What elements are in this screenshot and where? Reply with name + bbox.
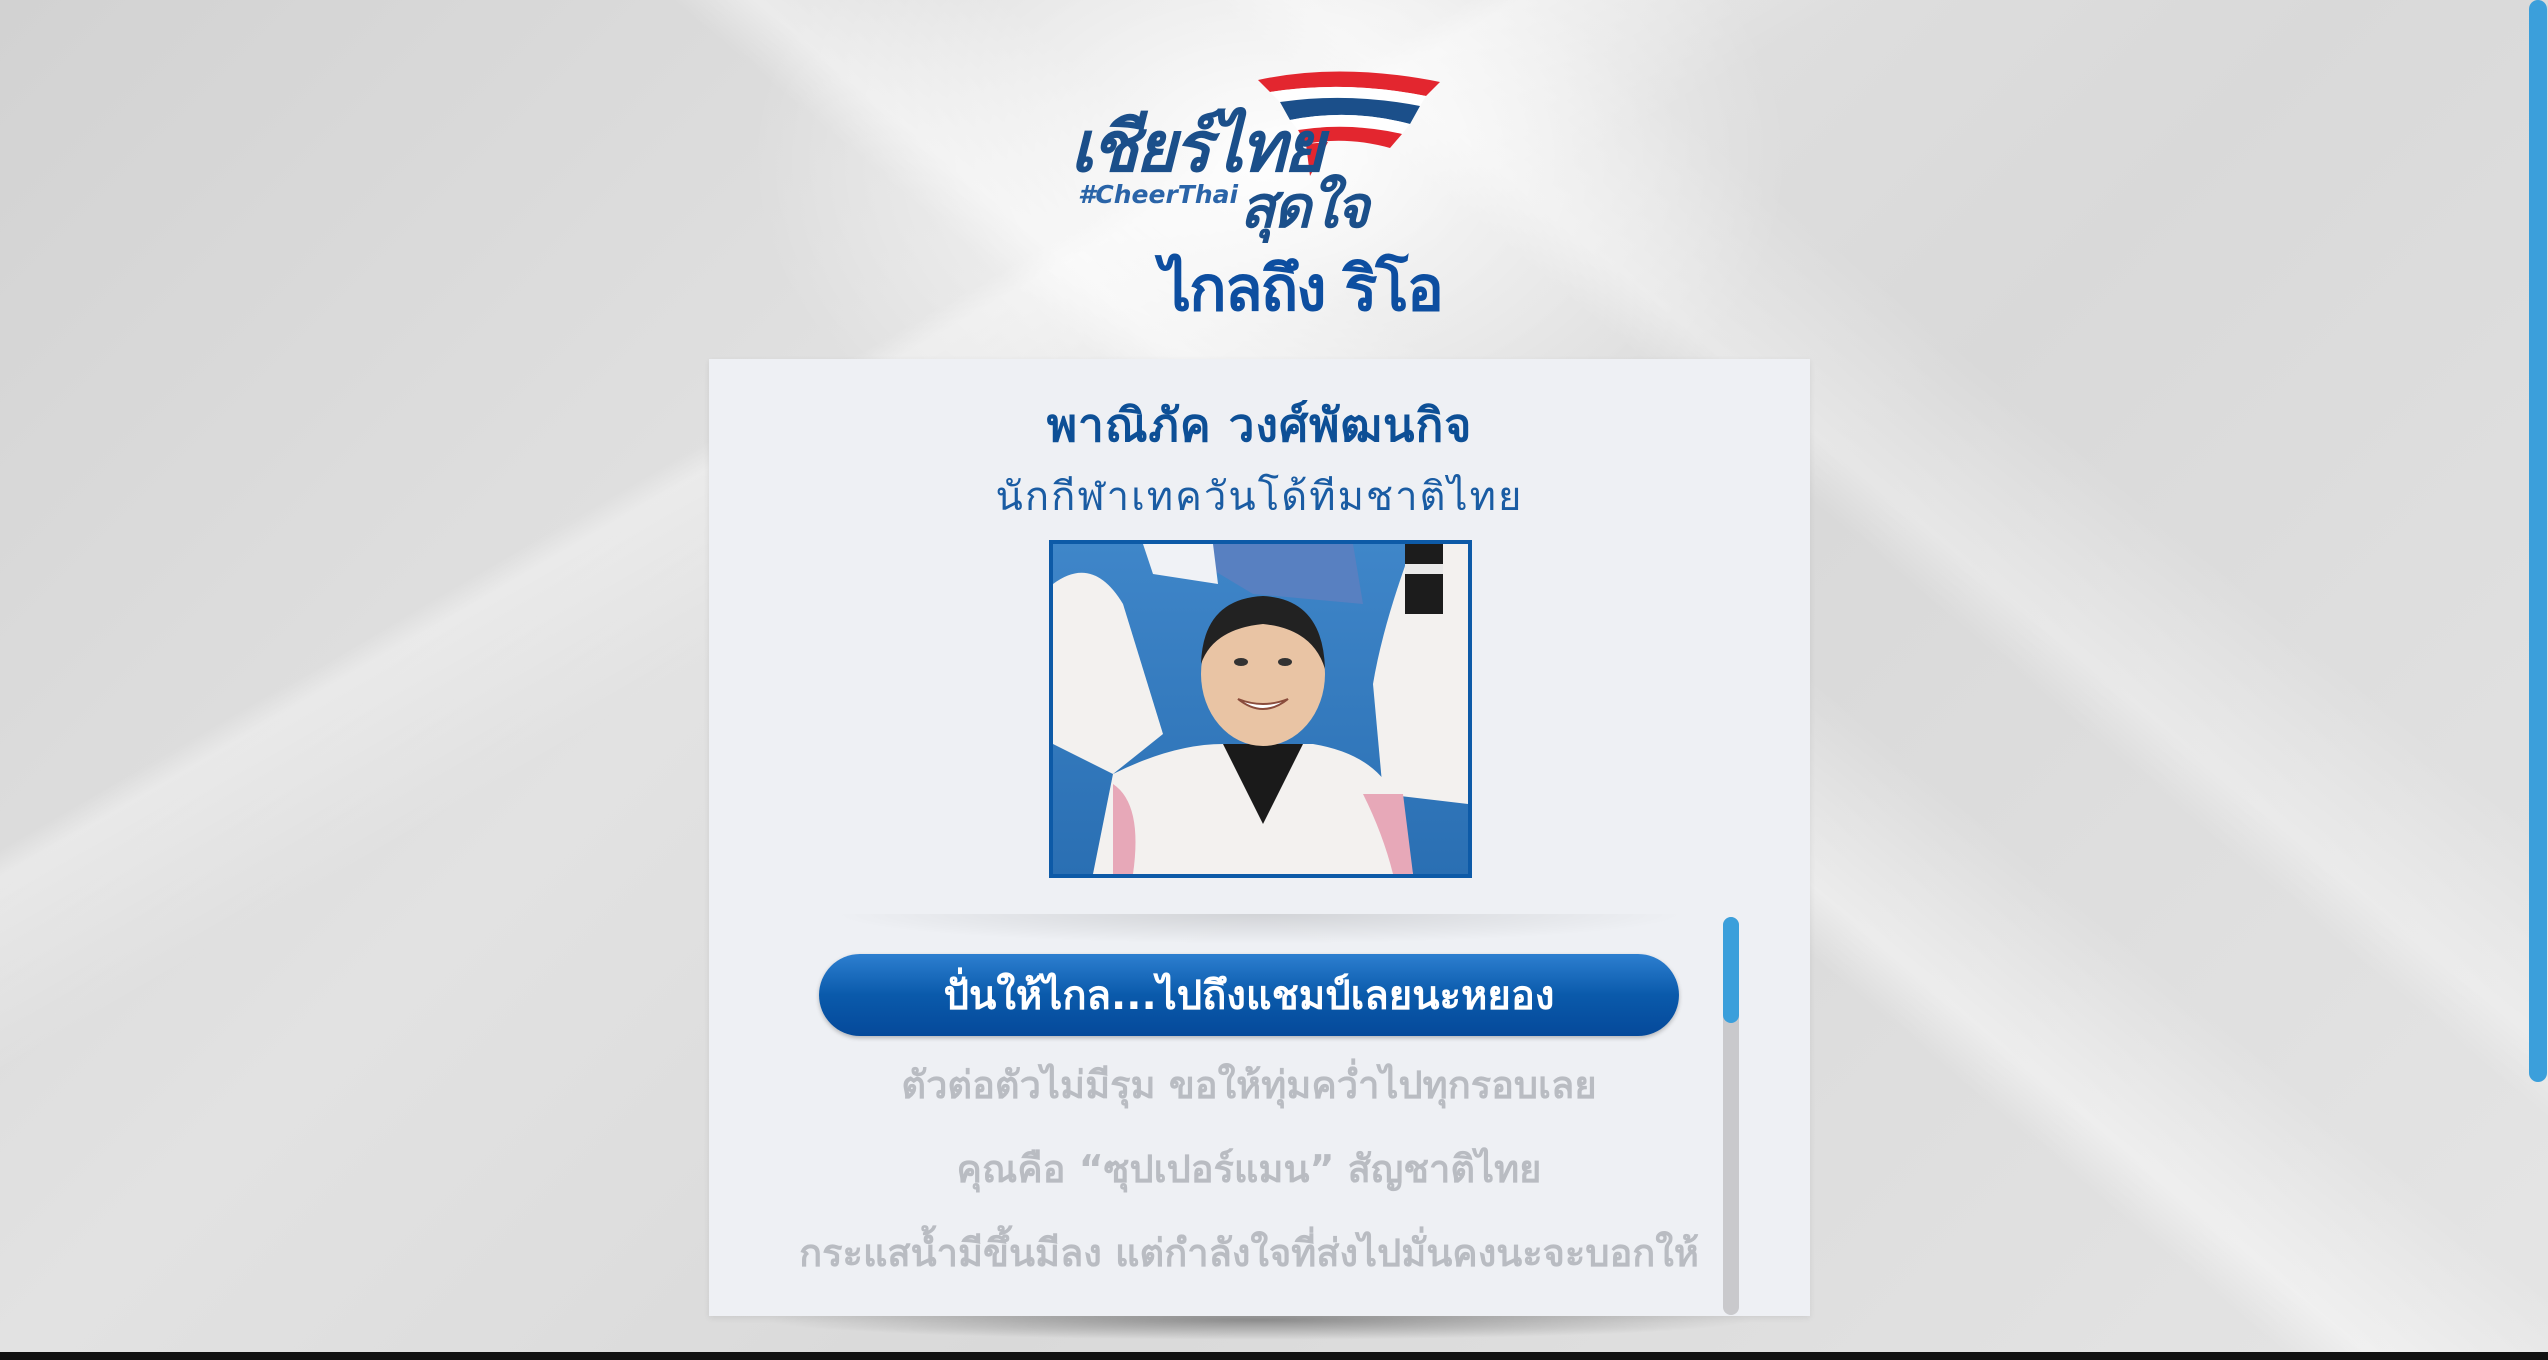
list-item[interactable]: คุณคือ “ซุปเปอร์แมน” สัญชาติไทย bbox=[769, 1138, 1729, 1199]
cheer-thai-logo: เชียร์ไทย #CheerThai สุดใจ ไกลถึง ริโอ bbox=[1060, 60, 1460, 325]
message-list-scroll-thumb[interactable] bbox=[1723, 917, 1739, 1023]
page-scrollbar[interactable] bbox=[2528, 0, 2548, 1352]
athlete-photo bbox=[1049, 540, 1472, 878]
athlete-photo-image bbox=[1053, 544, 1468, 874]
list-item[interactable]: กระแสน้ำมีขึ้นมีลง แต่กำลังใจที่ส่งไปมั่… bbox=[769, 1222, 1729, 1283]
bottom-edge bbox=[0, 1352, 2548, 1360]
athlete-card: พาณิภัค วงศ์พัฒนกิจ นักกีฬาเทควันโด้ทีมช… bbox=[709, 359, 1810, 1316]
athlete-name: พาณิภัค วงศ์พัฒนกิจ bbox=[1046, 398, 1473, 452]
selected-message[interactable]: ปั่นให้ไกล...ไปถึงแชมป์เลยนะหยอง bbox=[819, 954, 1679, 1036]
athlete-role: นักกีฬาเทควันโด้ทีมชาติไทย bbox=[995, 474, 1524, 520]
logo-second-line: ไกลถึง ริโอ bbox=[1160, 252, 1444, 325]
cheer-message-list[interactable]: ปั่นให้ไกล...ไปถึงแชมป์เลยนะหยอง ตัวต่อต… bbox=[709, 914, 1810, 1316]
logo-hashtag: #CheerThai bbox=[1078, 180, 1239, 209]
list-item[interactable]: ตัวต่อตัวไม่มีรุม ขอให้ทุ่มคว่ำไปทุกรอบเ… bbox=[769, 1054, 1729, 1115]
list-top-shade bbox=[829, 914, 1689, 944]
message-list-scrollbar[interactable] bbox=[1723, 917, 1739, 1315]
page-scroll-thumb[interactable] bbox=[2529, 0, 2547, 1082]
